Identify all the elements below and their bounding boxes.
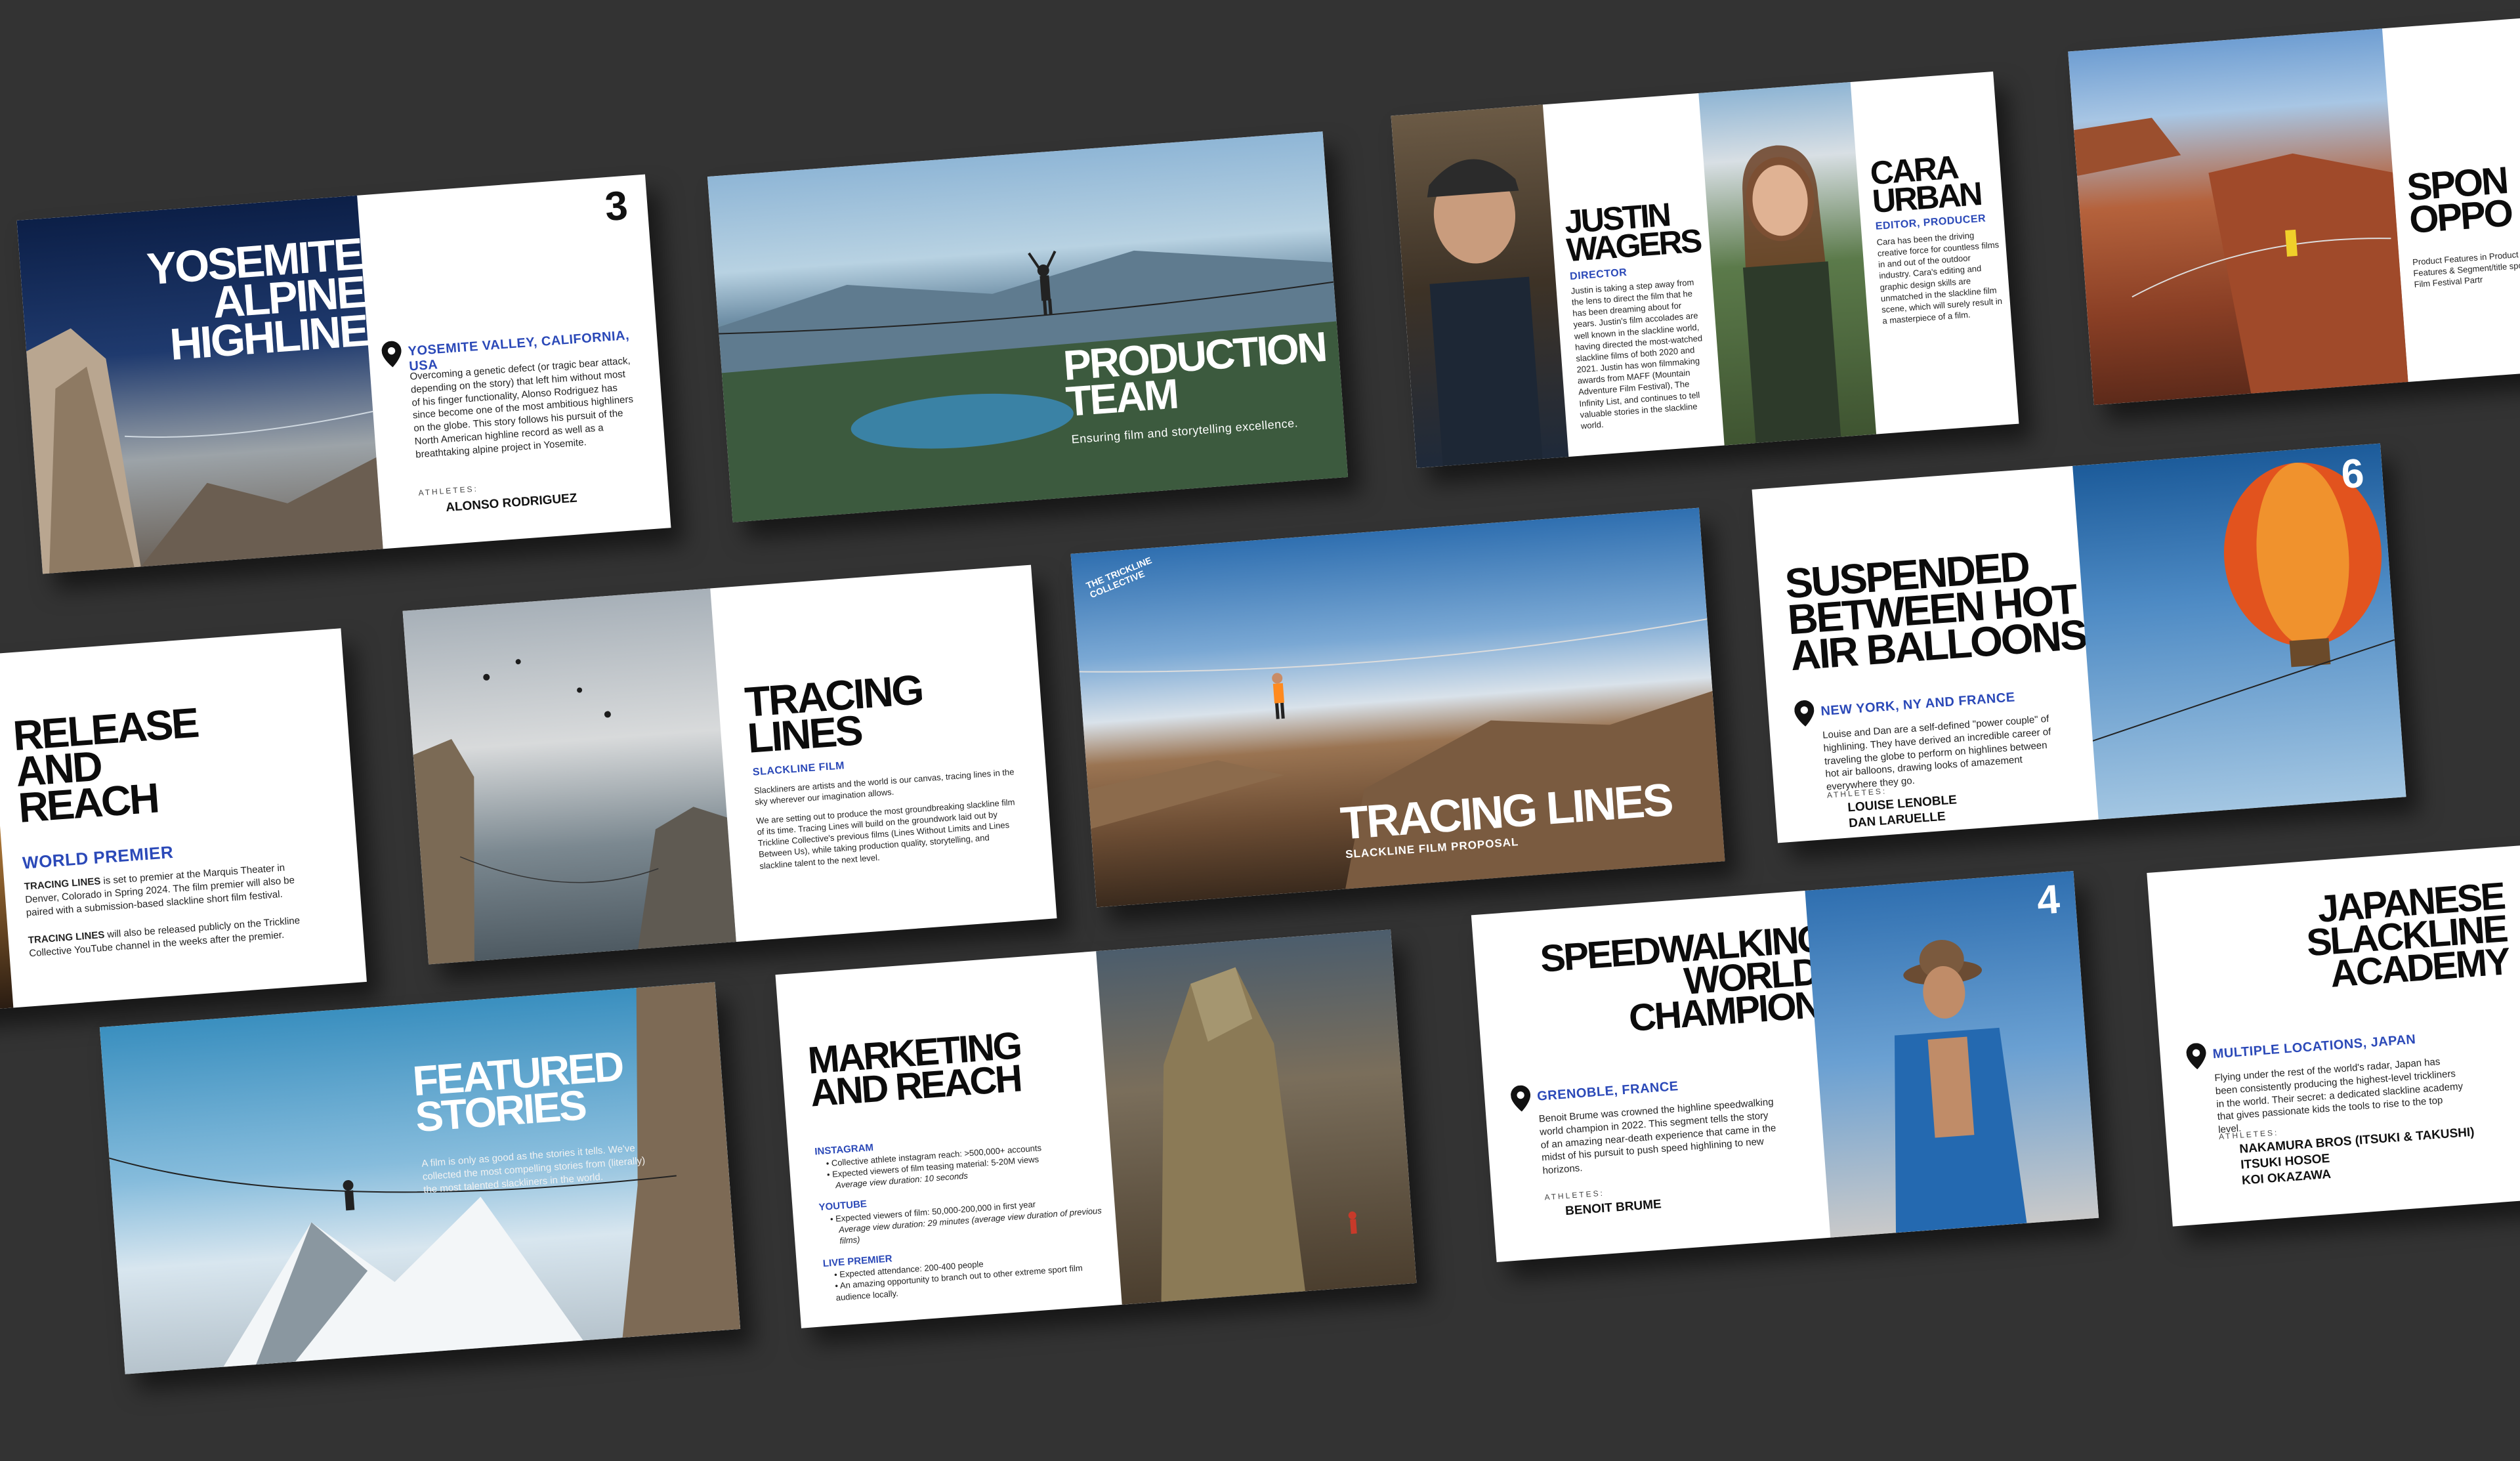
balloon-photo bbox=[2072, 443, 2406, 820]
athlete-name: BENOIT BRUME bbox=[1564, 1197, 1662, 1219]
slide-number: 4 bbox=[2035, 876, 2061, 924]
speedwalking-title: SPEEDWALKING WORLD CHAMPION bbox=[1538, 917, 1826, 1040]
slide-hot-air-balloons: SUSPENDED BETWEEN HOT AIR BALLOONS NEW Y… bbox=[1752, 443, 2406, 843]
justin-bio: Justin is taking a step away from the le… bbox=[1570, 277, 1703, 431]
slide-number: 6 bbox=[2340, 450, 2366, 498]
release-subtitle: WORLD PREMIER bbox=[22, 841, 175, 873]
cara-bio: Cara has been the driving creative force… bbox=[1876, 230, 2003, 326]
cara-name: CARA URBAN bbox=[1868, 148, 1983, 220]
production-photo bbox=[707, 131, 1349, 522]
yosemite-title: YOSEMITE ALPINE HIGHLINE bbox=[145, 228, 369, 370]
justin-photo bbox=[1391, 104, 1569, 468]
tracing-intro-title: TRACING LINES bbox=[743, 666, 924, 762]
slide-japanese-academy: JAPANESE SLACKLINE ACADEMY MULTIPLE LOCA… bbox=[2147, 834, 2520, 1227]
japanese-title: JAPANESE SLACKLINE ACADEMY bbox=[2305, 874, 2510, 996]
map-pin-icon bbox=[2186, 1042, 2208, 1070]
yosemite-body: Overcoming a genetic defect (or tragic b… bbox=[409, 354, 634, 461]
speedwalking-location: GRENOBLE, FRANCE bbox=[1536, 1079, 1679, 1104]
justin-name: JUSTIN WAGERS bbox=[1563, 196, 1702, 269]
tracing-intro-subtitle: SLACKLINE FILM bbox=[752, 760, 845, 778]
slide-yosemite: YOSEMITE ALPINE HIGHLINE 3 YOSEMITE VALL… bbox=[16, 174, 671, 574]
marketing-stats: INSTAGRAM • Collective athlete instagram… bbox=[814, 1115, 1114, 1303]
slide-featured-stories: FEATURED STORIES A film is only as good … bbox=[99, 982, 741, 1374]
justin-role: DIRECTOR bbox=[1569, 266, 1628, 283]
cara-photo bbox=[1698, 81, 1877, 446]
balloons-body: Louise and Dan are a self-defined "power… bbox=[1822, 713, 2051, 793]
speedwalking-body: Benoit Brume was crowned the highline sp… bbox=[1538, 1096, 1776, 1177]
athlete-name: ALONSO RODRIGUEZ bbox=[445, 491, 578, 515]
slide-production-team: PRODUCTION TEAM Ensuring film and storyt… bbox=[707, 131, 1349, 522]
balloons-title: SUSPENDED BETWEEN HOT AIR BALLOONS bbox=[1783, 542, 2088, 680]
slide-speedwalking-champion: SPEEDWALKING WORLD CHAMPION GRENOBLE, FR… bbox=[1471, 871, 2099, 1262]
japanese-body: Flying under the rest of the world's rad… bbox=[2214, 1056, 2464, 1136]
tracing-intro-body-2: We are setting out to produce the most g… bbox=[755, 797, 1015, 871]
release-title: RELEASE AND REACH bbox=[11, 698, 200, 832]
cliff-birds-photo bbox=[402, 588, 736, 965]
slide-number: 3 bbox=[603, 182, 629, 230]
slide-tracing-lines-intro: TRACING LINES SLACKLINE FILM Slackliners… bbox=[402, 564, 1057, 965]
map-pin-icon bbox=[1794, 700, 1815, 727]
balloons-location: NEW YORK, NY AND FRANCE bbox=[1820, 690, 2016, 719]
tower-photo bbox=[1096, 929, 1417, 1305]
theater-photo bbox=[0, 654, 14, 1013]
sponsor-body: Product Features in Product Features & S… bbox=[2412, 249, 2520, 290]
athletes-label: ATHLETES: bbox=[418, 484, 479, 498]
speedwalker-photo bbox=[1805, 871, 2099, 1238]
slide-team-bios: JUSTIN WAGERS DIRECTOR Justin is taking … bbox=[1391, 72, 2019, 468]
marketing-title: MARKETING AND REACH bbox=[806, 1024, 1022, 1115]
slide-release-and-reach: RELEASE AND REACH WORLD PREMIER TRACING … bbox=[0, 628, 367, 1013]
canyon-photo bbox=[2068, 28, 2408, 406]
slide-sponsorship: SPON OPPO Product Features in Product Fe… bbox=[2068, 14, 2520, 406]
slide-marketing-and-reach: MARKETING AND REACH INSTAGRAM • Collecti… bbox=[775, 929, 1417, 1328]
slide-cover-tracing-lines: THE TRICKLINE COLLECTIVE TRACING LINES S… bbox=[1070, 507, 1725, 908]
athletes-label: ATHLETES: bbox=[1544, 1188, 1605, 1202]
japanese-location: MULTIPLE LOCATIONS, JAPAN bbox=[2212, 1032, 2417, 1062]
map-pin-icon bbox=[381, 341, 403, 368]
sponsor-title: SPON OPPO bbox=[2405, 159, 2513, 242]
release-body-2: TRACING LINES will also be released publ… bbox=[28, 915, 301, 960]
map-pin-icon bbox=[1510, 1085, 1532, 1112]
